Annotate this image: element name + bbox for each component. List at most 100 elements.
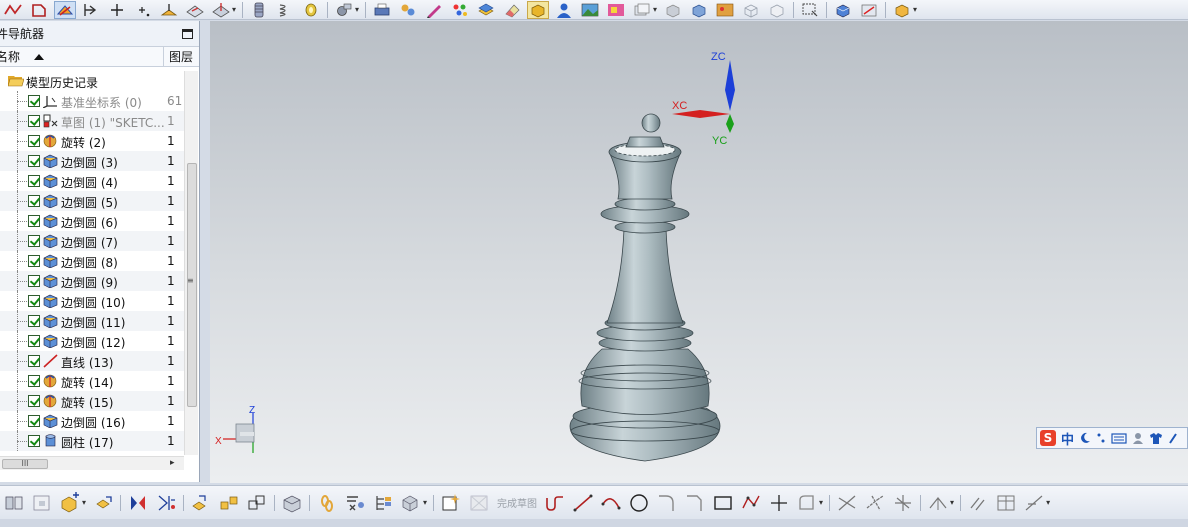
finish-sketch-flag-icon[interactable] [467,491,491,515]
feature-visibility-checkbox[interactable] [28,335,40,347]
tree-row-feature[interactable]: 直线 (13) 1 [0,351,184,371]
maximize-icon[interactable] [182,28,193,39]
assembly-tree-icon[interactable] [371,491,395,515]
tree-row-feature[interactable]: 旋转 (14) 1 [0,371,184,391]
tree-row-feature[interactable]: 边倒圆 (10) 1 [0,291,184,311]
dropdown-arrow-icon[interactable]: ▾ [1046,498,1050,507]
tree-row-feature[interactable]: 边倒圆 (5) 1 [0,191,184,211]
tools-icon[interactable] [1168,432,1178,444]
dropdown-arrow-icon[interactable]: ▾ [232,5,236,14]
assembly-icon[interactable] [397,1,419,19]
ime-status-bar[interactable]: S 中 [1036,427,1188,449]
dropdown-arrow-icon[interactable]: ▾ [82,498,86,507]
body-gray-icon[interactable] [662,1,684,19]
dropdown-arrow-icon[interactable]: ▾ [423,498,427,507]
column-header-name[interactable]: 名称 [0,47,164,66]
spline-icon[interactable] [2,1,24,19]
tree-row-feature[interactable]: 草图 (1) "SKETC... 1 [0,111,184,131]
shaded-view-icon[interactable] [527,0,550,19]
tree-row-feature[interactable]: 边倒圆 (3) 1 [0,151,184,171]
hidden-line-icon[interactable] [766,1,788,19]
feature-visibility-checkbox[interactable] [28,175,40,187]
tree-row-feature[interactable]: 边倒圆 (9) 1 [0,271,184,291]
print-icon[interactable] [371,1,393,19]
view-copy-icon[interactable] [631,1,653,19]
tree-row-feature[interactable]: 边倒圆 (4) 1 [0,171,184,191]
eraser-icon[interactable] [501,1,523,19]
box-view-icon[interactable] [891,1,913,19]
sequence-icon[interactable] [217,491,241,515]
feature-visibility-checkbox[interactable] [28,435,40,447]
polygon-tool-icon[interactable] [739,491,763,515]
frame-select-icon[interactable] [799,1,821,19]
feature-visibility-checkbox[interactable] [28,275,40,287]
color-palette-icon[interactable] [449,1,471,19]
feature-visibility-checkbox[interactable] [28,115,40,127]
body-blue-icon[interactable] [688,1,710,19]
feature-visibility-checkbox[interactable] [28,395,40,407]
trim-tool-icon[interactable] [835,491,859,515]
bounded-plane-icon[interactable] [184,1,206,19]
assembly-constraint-icon[interactable] [2,491,26,515]
extend-tool-icon[interactable] [863,491,887,515]
move-component-icon[interactable] [91,491,115,515]
exploded-view-icon[interactable] [189,491,213,515]
pattern-component-icon[interactable] [399,491,423,515]
profile-sketch-icon[interactable] [543,491,567,515]
tree-root-model-history[interactable]: 模型历史记录 [0,71,184,91]
feature-visibility-checkbox[interactable] [28,215,40,227]
fillet-tool-icon[interactable] [655,491,679,515]
feature-visibility-checkbox[interactable] [28,295,40,307]
gear-tools-icon[interactable] [333,1,355,19]
layer-icon[interactable] [475,1,497,19]
feature-visibility-checkbox[interactable] [28,235,40,247]
feature-visibility-checkbox[interactable] [28,155,40,167]
point-set-icon[interactable] [132,1,154,19]
user-icon[interactable] [1132,432,1144,444]
helix-icon[interactable] [274,1,296,19]
extract-geometry-icon[interactable] [210,1,232,19]
feature-visibility-checkbox[interactable] [28,315,40,327]
datum-plane-icon[interactable] [158,1,180,19]
scroll-right-arrow-icon[interactable]: ▸ [170,458,175,468]
image-icon[interactable] [579,1,601,19]
feature-visibility-checkbox[interactable] [28,95,40,107]
coil-icon[interactable] [248,1,270,19]
punctuation-icon[interactable] [1096,432,1106,444]
view-triad[interactable]: Z X [215,405,255,453]
profile-icon[interactable] [28,1,50,19]
gallery-icon[interactable] [714,1,736,19]
interference-icon[interactable] [245,491,269,515]
analysis-icon[interactable] [832,1,854,19]
material-icon[interactable] [605,1,627,19]
rectangle-tool-icon[interactable] [711,491,735,515]
tree-row-feature[interactable]: 边倒圆 (12) 1 [0,331,184,351]
parallel-constraint-icon[interactable] [966,491,990,515]
ime-mode-indicator[interactable]: 中 [1061,429,1074,448]
pen-icon[interactable] [423,1,445,19]
sketch-point-icon[interactable] [767,491,791,515]
chess-queen-model[interactable] [569,113,721,462]
column-header-layer[interactable]: 图层 [164,47,194,66]
tree-row-feature[interactable]: 边倒圆 (11) 1 [0,311,184,331]
line-tool-icon[interactable] [571,491,595,515]
chain-link-icon[interactable] [315,491,339,515]
mirror-icon[interactable] [126,491,150,515]
sort-ascending-icon[interactable] [34,53,45,60]
horizontal-scroll-thumb[interactable]: III [2,459,48,469]
chamfer-tool-icon[interactable] [683,491,707,515]
user-role-icon[interactable] [553,1,575,19]
tree-row-feature[interactable]: 边倒圆 (6) 1 [0,211,184,231]
tree-row-feature[interactable]: 圆柱 (17) 1 [0,431,184,451]
graphics-viewport[interactable]: ZC XC YC Z X [210,21,1188,483]
feature-visibility-checkbox[interactable] [28,135,40,147]
more-constraints-icon[interactable] [1022,491,1046,515]
constraint-icon[interactable] [154,491,178,515]
tree-row-feature[interactable]: 旋转 (15) 1 [0,391,184,411]
feature-visibility-checkbox[interactable] [28,355,40,367]
corner-tool-icon[interactable] [891,491,915,515]
feature-visibility-checkbox[interactable] [28,195,40,207]
dropdown-arrow-icon[interactable]: ▾ [819,498,823,507]
add-component-icon[interactable] [58,491,82,515]
tree-row-feature[interactable]: 边倒圆 (8) 1 [0,251,184,271]
